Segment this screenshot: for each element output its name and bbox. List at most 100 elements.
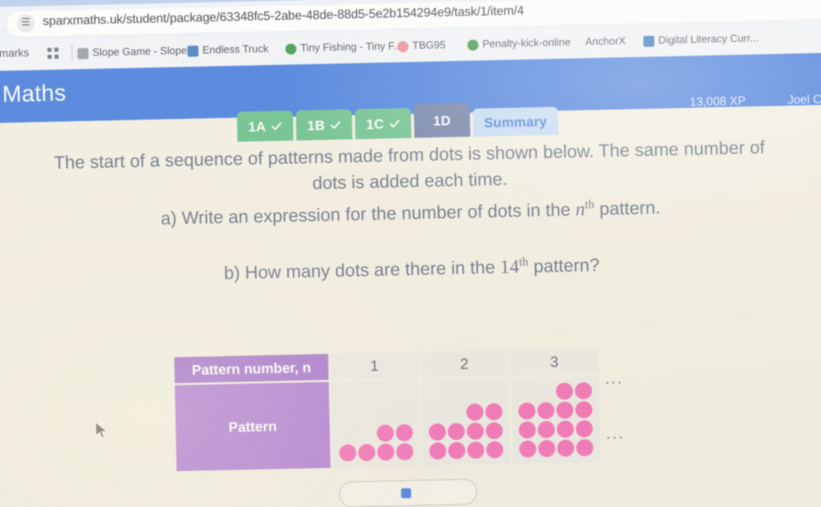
check-icon	[330, 120, 341, 129]
dot	[537, 401, 555, 420]
bookmark-penalty-kick[interactable]: Penalty-kick-online	[467, 33, 571, 53]
bookmark-label: AnchorX	[585, 35, 626, 49]
dot-row	[518, 401, 593, 420]
dot-row	[518, 420, 593, 439]
screen-photo: ☰ sparxmaths.uk/student/package/63348fc5…	[0, 0, 821, 507]
check-icon	[271, 121, 282, 130]
dot-row	[428, 422, 504, 441]
tilted-screen-content: ☰ sparxmaths.uk/student/package/63348fc5…	[0, 0, 821, 507]
bookmark-label: Slope Game - Slope...	[92, 44, 196, 59]
dot	[485, 422, 504, 440]
dot	[339, 444, 357, 462]
dot	[376, 424, 395, 442]
slope-game-icon	[77, 47, 89, 59]
part-b-prefix: b) How many dots are there in the	[223, 257, 501, 284]
part-a-suffix: pattern.	[594, 197, 661, 219]
dot-row	[339, 424, 414, 443]
dot	[518, 421, 536, 439]
part-a-variable: n	[575, 199, 586, 221]
video-icon	[400, 488, 411, 499]
bookmark-slope-game[interactable]: Slope Game - Slope...	[77, 42, 196, 63]
bookmark-label: Digital Literacy Curr...	[658, 32, 759, 47]
bookmark-label: Endless Truck	[202, 43, 269, 57]
pattern-number-ellipsis: ...	[604, 368, 624, 388]
dot	[575, 420, 593, 438]
dot	[429, 442, 447, 460]
tab-summary[interactable]: Summary	[472, 106, 559, 137]
tab-1a[interactable]: 1A	[236, 110, 294, 142]
tbg95-icon	[397, 40, 409, 52]
dot	[575, 401, 593, 419]
task-tabs: 1A 1B 1C 1D Summary	[236, 101, 559, 142]
dot-row	[339, 443, 414, 462]
part-b-number: 14	[499, 256, 520, 279]
bookmark-anchorx[interactable]: AnchorX	[585, 32, 626, 51]
tab-label: Summary	[483, 113, 548, 130]
tab-1b[interactable]: 1B	[295, 109, 353, 141]
tab-label: 1B	[307, 117, 326, 133]
part-a-prefix: a) Write an expression for the number of…	[160, 199, 576, 229]
dot-grid	[428, 403, 504, 460]
bookmark-endless-truck[interactable]: Endless Truck	[187, 40, 269, 60]
endless-truck-icon	[187, 45, 199, 57]
dot	[467, 441, 485, 459]
pattern-cell-1	[330, 379, 421, 468]
pattern-number-2: 2	[420, 349, 509, 378]
bookmark-label: TBG95	[412, 39, 446, 52]
pattern-table: Pattern number, n 1 2 3 Pattern	[174, 347, 601, 472]
bookmark-label: Tiny Fishing - Tiny F...	[300, 40, 403, 55]
dot	[538, 439, 556, 458]
dot	[574, 382, 593, 400]
dot	[466, 422, 485, 440]
dot	[466, 403, 484, 421]
dot	[537, 420, 555, 439]
dot	[518, 402, 536, 420]
bookmarks-bar-label: okmarks	[0, 47, 30, 61]
tab-label: 1C	[366, 116, 385, 132]
pattern-cell-2	[420, 377, 511, 466]
dot	[396, 443, 414, 461]
dot	[485, 403, 503, 421]
dot	[358, 443, 376, 462]
pattern-cell-3	[510, 375, 601, 464]
dot-row	[518, 382, 593, 401]
table-header-pattern: Pattern	[174, 381, 331, 472]
pattern-number-3: 3	[510, 347, 599, 376]
bookmark-tiny-fishing[interactable]: Tiny Fishing - Tiny F...	[285, 37, 402, 58]
dot	[519, 440, 537, 458]
dot	[486, 441, 504, 459]
table-row: Pattern	[174, 375, 601, 472]
bookmark-digital-literacy[interactable]: Digital Literacy Curr...	[643, 29, 759, 50]
dot	[448, 441, 466, 460]
dot	[555, 382, 574, 400]
digital-literacy-icon	[643, 35, 655, 47]
tab-1c[interactable]: 1C	[354, 107, 412, 140]
dot	[576, 439, 594, 457]
tab-label: 1D	[433, 112, 452, 128]
tab-1d[interactable]: 1D	[413, 102, 471, 138]
penalty-kick-icon	[467, 38, 479, 51]
dot	[447, 422, 466, 441]
bookmark-tbg95[interactable]: TBG95	[397, 36, 446, 55]
tiny-fishing-icon	[285, 42, 297, 55]
part-b-suffix: pattern?	[528, 254, 600, 277]
dot-row	[428, 403, 503, 422]
dot	[556, 401, 574, 419]
dot-row	[519, 439, 594, 458]
apps-grid-icon[interactable]	[47, 47, 59, 60]
dot-grid	[518, 382, 594, 458]
tab-label: 1A	[248, 118, 267, 135]
dot	[395, 424, 414, 442]
check-icon	[389, 119, 400, 128]
dot-grid	[339, 424, 414, 462]
bottom-action-button[interactable]	[338, 478, 478, 507]
table-header-pattern-number: Pattern number, n	[174, 353, 329, 384]
dot	[556, 420, 574, 438]
dot	[377, 443, 395, 461]
page-title: Maths	[2, 79, 67, 107]
pattern-number-1: 1	[330, 351, 419, 380]
dot	[557, 439, 575, 457]
dot	[428, 423, 447, 441]
pattern-ellipsis: ...	[605, 423, 625, 443]
bookmark-label: Penalty-kick-online	[482, 36, 571, 51]
